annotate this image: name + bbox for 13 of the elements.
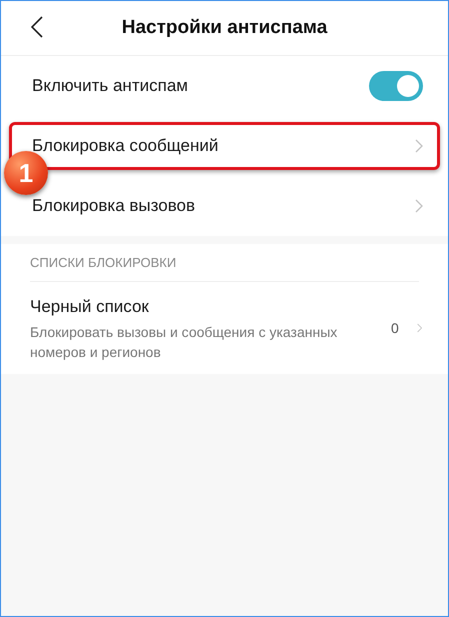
list-title: Черный список (30, 296, 150, 318)
toggle-switch[interactable] (369, 71, 423, 101)
section-heading: СПИСКИ БЛОКИРОВКИ (30, 254, 176, 272)
chevron-right-icon (415, 199, 423, 213)
list-description: Блокировать вызовы и сообщения с указанных номеров и регионов (30, 322, 338, 362)
chevron-right-icon (416, 321, 422, 335)
blocked-count: 0 (391, 318, 399, 338)
chevron-right-icon (415, 139, 423, 153)
setting-label[interactable]: Включить антиспам (32, 73, 188, 99)
screen-title: Настройки антиспама (122, 16, 328, 40)
back-icon[interactable] (31, 16, 43, 38)
setting-label[interactable]: Блокировка вызовов (32, 193, 196, 219)
blacklist-row[interactable]: Черный список Блокировать вызовы и сообщения с указанных номеров и регионов 0 (1, 282, 448, 374)
